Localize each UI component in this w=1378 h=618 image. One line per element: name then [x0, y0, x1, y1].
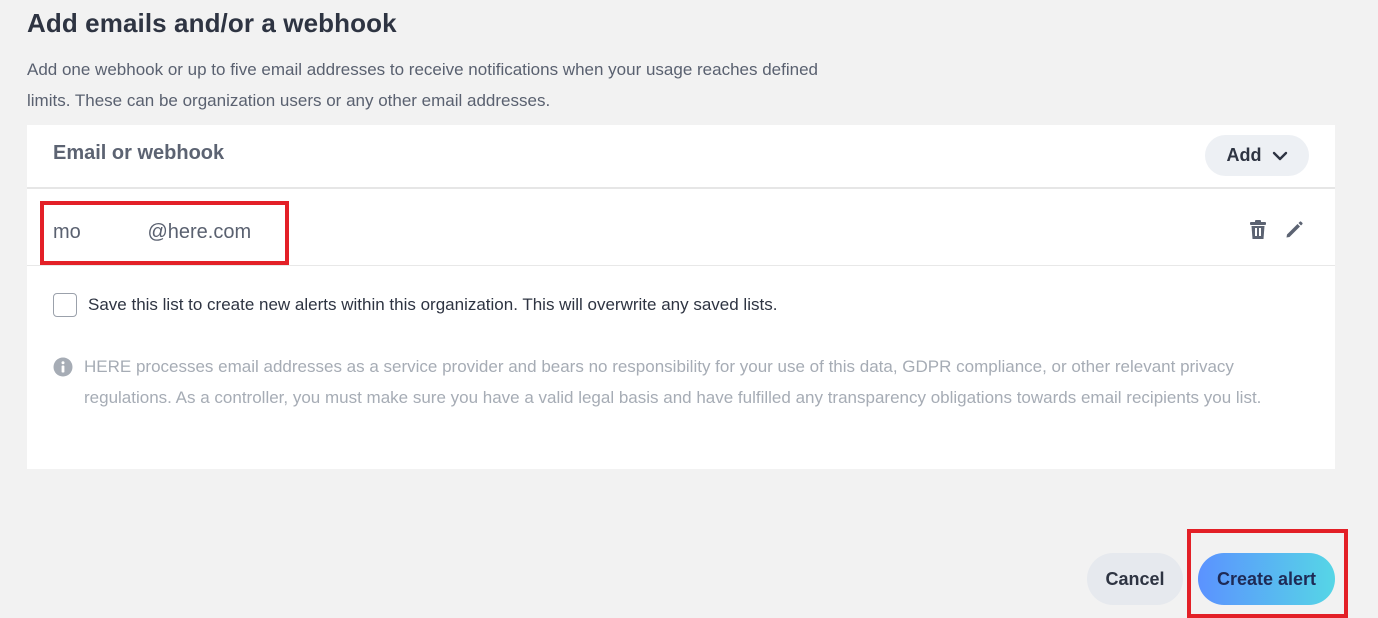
chevron-down-icon — [1272, 151, 1288, 161]
add-dropdown-button[interactable]: Add — [1205, 135, 1309, 176]
section-title: Add emails and/or a webhook — [27, 8, 397, 38]
recipients-panel: Email or webhook Add mo @here.com Save t… — [27, 125, 1335, 469]
privacy-disclaimer: HERE processes email addresses as a serv… — [84, 357, 1262, 407]
cancel-button[interactable]: Cancel — [1087, 553, 1183, 605]
pencil-icon[interactable] — [1282, 218, 1306, 242]
add-button-label: Add — [1226, 145, 1262, 165]
save-list-option: Save this list to create new alerts with… — [53, 293, 777, 317]
recipient-row: mo @here.com — [27, 189, 1335, 266]
save-list-label: Save this list to create new alerts with… — [88, 295, 778, 314]
save-list-checkbox[interactable] — [53, 293, 77, 317]
create-alert-button[interactable]: Create alert — [1198, 553, 1335, 605]
recipient-email: mo @here.com — [53, 221, 252, 243]
info-icon — [53, 357, 73, 382]
trash-icon[interactable] — [1246, 218, 1270, 242]
section-description: Add one webhook or up to five email addr… — [27, 60, 818, 110]
column-header-email-or-webhook: Email or webhook — [53, 142, 225, 164]
recipients-table-header: Email or webhook Add — [27, 125, 1335, 189]
